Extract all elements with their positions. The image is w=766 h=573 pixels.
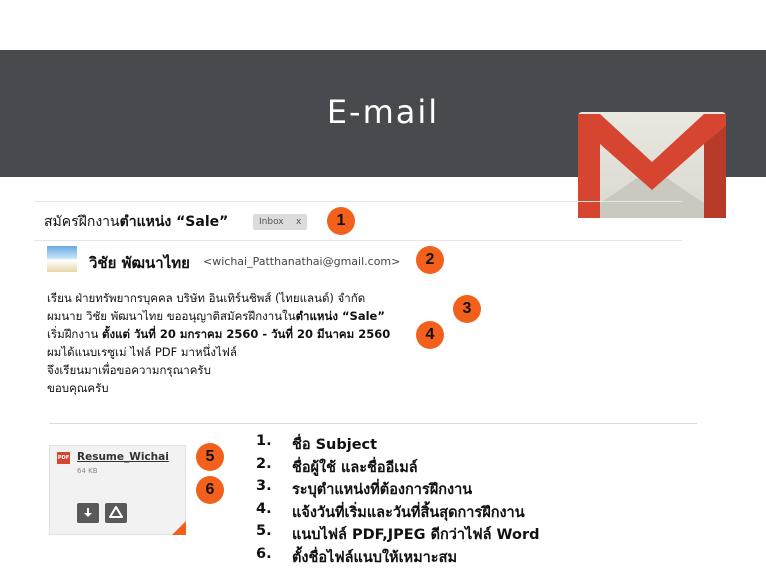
section-divider — [49, 423, 697, 424]
google-drive-icon — [109, 506, 123, 518]
subject-prefix: สมัครฝึกงาน — [44, 214, 120, 230]
callout-marker-5: 5 — [196, 443, 224, 471]
step-number: 1. — [256, 433, 272, 449]
sender-email: <wichai_Patthanathai@gmail.com> — [203, 255, 401, 268]
step-number: 2. — [256, 455, 272, 472]
email-body-position-line: ผมนาย วิชัย พัฒนาไทย ขออนุญาติสมัครฝึกงา… — [47, 308, 385, 326]
step-text: แจ้งวันที่เริ่มและวันที่สิ้นสุดการฝึกงาน — [292, 504, 525, 521]
pdf-icon: PDF — [57, 452, 70, 464]
save-to-drive-button[interactable] — [105, 503, 127, 523]
inbox-label-text: Inbox — [259, 217, 284, 227]
attachment-corner-fold — [172, 521, 186, 535]
step-number: 6. — [256, 545, 272, 562]
step-number: 3. — [256, 478, 272, 494]
callout-marker-2: 2 — [416, 246, 444, 274]
body-line3-dates: ตั้งแต่ วันที่ 20 มกราคม 2560 - วันที่ 2… — [101, 327, 391, 341]
inbox-label-badge[interactable]: Inbox x — [253, 214, 307, 230]
sender-avatar — [47, 246, 77, 272]
email-body-attachment-line: ผมได้แนบเรซูเม่ ไฟล์ PDF มาหนึ่งไฟล์ — [47, 345, 237, 359]
step-text: ชื่อผู้ใช้ และชื่ออีเมล์ — [292, 459, 418, 476]
callout-marker-4: 4 — [416, 321, 444, 349]
download-button[interactable] — [77, 503, 99, 523]
email-body-greeting: เรียน ฝ่ายทรัพยากรบุคคล บริษัท อินเทิร์น… — [47, 291, 366, 305]
sender-name: วิชัย พัฒนาไทย — [89, 254, 190, 272]
email-body-request-line: จึงเรียนมาเพื่อขอความกรุณาครับ — [47, 363, 211, 377]
remove-label-button[interactable]: x — [296, 214, 301, 230]
email-subject: สมัครฝึกงานตำแหน่ง “Sale” — [44, 211, 228, 233]
step-number: 4. — [256, 500, 272, 517]
step-text: แนบไฟล์ PDF,JPEG ดีกว่าไฟล์ Word — [292, 527, 540, 543]
attachment-filename[interactable]: Resume_Wichai — [77, 451, 169, 463]
email-body-thanks-line: ขอบคุณครับ — [47, 381, 109, 395]
subject-position: ตำแหน่ง “Sale” — [119, 214, 229, 230]
step-number: 5. — [256, 523, 272, 539]
download-icon — [84, 508, 92, 517]
attachment-size: 64 KB — [77, 467, 98, 475]
step-text: ระบุตำแหน่งที่ต้องการฝึกงาน — [292, 482, 473, 498]
callout-marker-1: 1 — [327, 207, 355, 235]
callout-marker-6: 6 — [196, 476, 224, 504]
callout-marker-3: 3 — [453, 295, 481, 323]
attachment-card[interactable]: PDF Resume_Wichai 64 KB — [49, 445, 186, 535]
body-line2-position: ตำแหน่ง “Sale” — [295, 309, 385, 323]
body-line2-text: ผมนาย วิชัย พัฒนาไทย ขออนุญาติสมัครฝึกงา… — [47, 309, 296, 323]
step-text: ชื่อ Subject — [292, 437, 378, 453]
step-text: ตั้งชื่อไฟล์แนบให้เหมาะสม — [292, 549, 458, 566]
email-body-dates-line: เริ่มฝึกงาน ตั้งแต่ วันที่ 20 มกราคม 256… — [47, 326, 390, 344]
body-line3-text: เริ่มฝึกงาน — [47, 327, 102, 341]
